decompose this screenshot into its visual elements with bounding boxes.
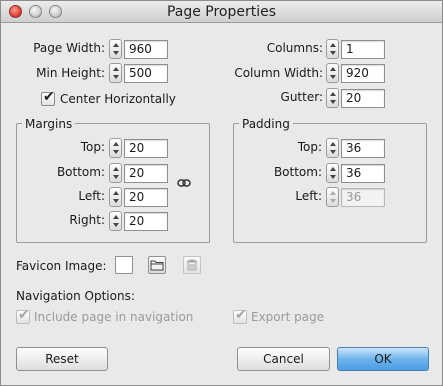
margin-left-label: Left:: [78, 189, 105, 203]
margin-left-stepper[interactable]: [109, 187, 122, 207]
columns-field[interactable]: 1: [341, 40, 385, 59]
page-width-label: Page Width:: [33, 41, 105, 55]
export-page-label: Export page: [251, 310, 325, 324]
export-page-checkbox: ✔: [233, 307, 247, 324]
navigation-options-heading: Navigation Options:: [16, 289, 135, 303]
gutter-stepper[interactable]: [326, 88, 339, 108]
column-width-stepper[interactable]: [326, 63, 339, 83]
center-horizontally-checkbox[interactable]: ✔: [41, 89, 55, 106]
checkmark-icon: ✔: [18, 307, 30, 323]
margin-right-field[interactable]: 20: [124, 212, 168, 231]
margin-bottom-stepper[interactable]: [109, 163, 122, 183]
padding-top-field[interactable]: 36: [341, 139, 385, 158]
columns-label: Columns:: [266, 41, 323, 55]
margin-right-stepper[interactable]: [109, 211, 122, 231]
padding-left-label: Left:: [295, 189, 322, 203]
include-in-navigation-checkbox: ✔: [16, 307, 30, 324]
page-properties-dialog: Page Properties Page Width: 960 Min Heig…: [0, 0, 443, 386]
padding-bottom-field[interactable]: 36: [341, 164, 385, 183]
min-height-stepper[interactable]: [109, 63, 122, 83]
column-width-label: Column Width:: [234, 66, 323, 80]
padding-top-label: Top:: [297, 140, 322, 154]
margin-bottom-field[interactable]: 20: [124, 164, 168, 183]
margin-bottom-label: Bottom:: [56, 165, 105, 179]
window-title: Page Properties: [166, 4, 277, 20]
trash-icon: [187, 259, 197, 271]
favicon-preview[interactable]: [115, 256, 133, 274]
padding-left-field: 36: [341, 188, 385, 207]
title-bar: Page Properties: [1, 1, 442, 23]
column-width-field[interactable]: 920: [341, 64, 385, 83]
checkmark-icon: ✔: [235, 307, 247, 323]
ok-button[interactable]: OK: [337, 347, 429, 371]
margin-top-label: Top:: [80, 140, 105, 154]
folder-icon: [150, 260, 164, 271]
folder-button[interactable]: [148, 256, 166, 274]
center-horizontally-label: Center Horizontally: [60, 92, 176, 106]
gutter-label: Gutter:: [280, 90, 323, 104]
min-height-label: Min Height:: [36, 66, 105, 80]
include-in-navigation-label: Include page in navigation: [34, 310, 194, 324]
columns-stepper[interactable]: [326, 39, 339, 59]
margin-left-field[interactable]: 20: [124, 188, 168, 207]
min-height-field[interactable]: 500: [124, 64, 168, 83]
margins-title: Margins: [22, 117, 76, 131]
padding-bottom-stepper[interactable]: [326, 163, 339, 183]
link-icon[interactable]: [177, 178, 191, 188]
gutter-field[interactable]: 20: [341, 89, 385, 108]
margin-right-label: Right:: [69, 213, 105, 227]
padding-top-stepper[interactable]: [326, 138, 339, 158]
padding-bottom-label: Bottom:: [273, 165, 322, 179]
favicon-label: Favicon Image:: [16, 259, 107, 273]
reset-button[interactable]: Reset: [16, 347, 108, 371]
padding-title: Padding: [239, 117, 293, 131]
margin-top-stepper[interactable]: [109, 138, 122, 158]
page-width-field[interactable]: 960: [124, 40, 168, 59]
checkmark-icon: ✔: [43, 89, 55, 105]
cancel-button[interactable]: Cancel: [237, 347, 330, 371]
margin-top-field[interactable]: 20: [124, 139, 168, 158]
page-width-stepper[interactable]: [109, 39, 122, 59]
remove-favicon-button: [183, 256, 201, 274]
padding-left-stepper: [326, 187, 339, 207]
